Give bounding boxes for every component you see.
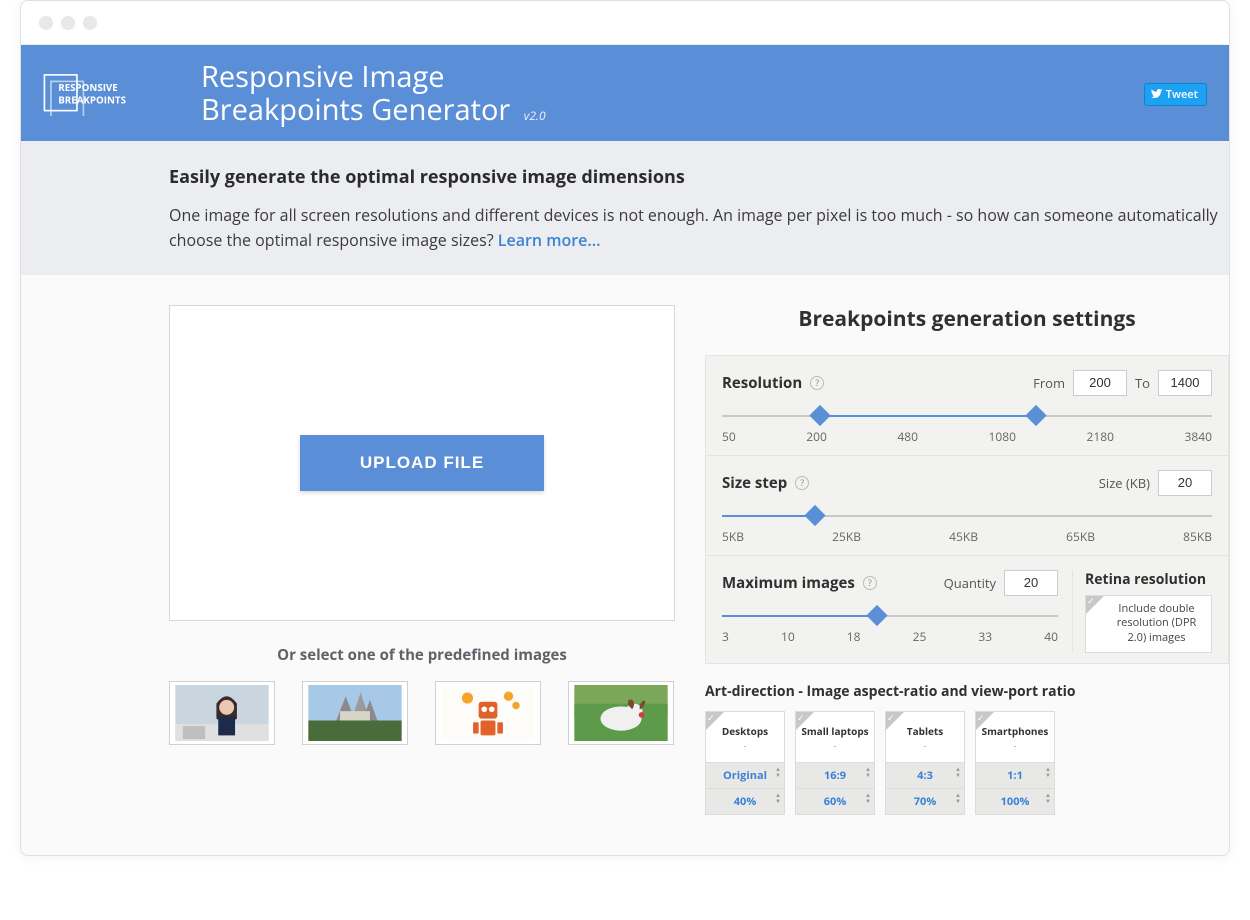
intro-section: Easily generate the optimal responsive i… xyxy=(21,141,1229,275)
logo-icon: RESPONSIVE BREAKPOINTS xyxy=(42,70,172,116)
size-kb-label: Size (KB) xyxy=(1099,474,1150,492)
version-label: v2.0 xyxy=(524,107,546,124)
maximages-ticks: 3 10 18 25 33 40 xyxy=(722,628,1058,645)
browser-window: RESPONSIVE BREAKPOINTS Responsive Image … xyxy=(20,0,1230,856)
stepper-icon: ▲▼ xyxy=(775,766,781,778)
main-content: UPLOAD FILE Or select one of the predefi… xyxy=(21,275,1229,856)
upload-file-button[interactable]: UPLOAD FILE xyxy=(300,435,544,491)
stepper-icon: ▲▼ xyxy=(865,792,871,804)
upload-dropzone[interactable]: UPLOAD FILE xyxy=(169,305,675,621)
aspect-select[interactable]: 4:3▲▼ xyxy=(886,763,964,789)
retina-title: Retina resolution xyxy=(1085,570,1212,589)
intro-heading: Easily generate the optimal responsive i… xyxy=(169,165,1229,189)
browser-chrome-bar xyxy=(21,1,1229,45)
aspect-select[interactable]: Original▲▼ xyxy=(706,763,784,789)
art-direction-cards: Desktops- Original▲▼ 40%▲▼ Small laptops… xyxy=(705,711,1229,815)
help-icon[interactable]: ? xyxy=(863,576,877,590)
window-dot-minimize[interactable] xyxy=(61,16,75,30)
viewport-select[interactable]: 70%▲▼ xyxy=(886,789,964,814)
svg-text:RESPONSIVE: RESPONSIVE xyxy=(58,81,117,94)
slider-handle[interactable] xyxy=(804,504,825,525)
settings-column: Breakpoints generation settings Resoluti… xyxy=(705,305,1229,816)
predefined-thumbnails xyxy=(169,681,675,745)
logo: RESPONSIVE BREAKPOINTS xyxy=(31,60,181,126)
quantity-label: Quantity xyxy=(944,574,996,592)
sizestep-ticks: 5KB 25KB 45KB 65KB 85KB xyxy=(722,528,1212,545)
settings-panel: Resolution ? From To xyxy=(705,355,1229,665)
tweet-button[interactable]: Tweet xyxy=(1144,83,1207,106)
card-desktops[interactable]: Desktops- Original▲▼ 40%▲▼ xyxy=(705,711,785,815)
sizestep-slider[interactable] xyxy=(722,506,1212,526)
resolution-from-input[interactable] xyxy=(1073,370,1127,396)
twitter-icon xyxy=(1151,89,1163,101)
page-header: RESPONSIVE BREAKPOINTS Responsive Image … xyxy=(21,45,1229,141)
viewport-select[interactable]: 100%▲▼ xyxy=(976,789,1054,814)
slider-handle-from[interactable] xyxy=(809,404,830,425)
check-icon xyxy=(1086,596,1104,614)
art-direction-title: Art-direction - Image aspect-ratio and v… xyxy=(705,682,1229,701)
viewport-select[interactable]: 60%▲▼ xyxy=(796,789,874,814)
title-line2: Breakpoints Generator xyxy=(201,90,510,129)
retina-section: Retina resolution Include double resolut… xyxy=(1072,570,1212,654)
thumb-woman[interactable] xyxy=(169,681,275,745)
sizestep-input[interactable] xyxy=(1158,470,1212,496)
thumb-dog[interactable] xyxy=(568,681,674,745)
card-small-laptops[interactable]: Small laptops- 16:9▲▼ 60%▲▼ xyxy=(795,711,875,815)
thumb-castle[interactable] xyxy=(302,681,408,745)
window-dot-close[interactable] xyxy=(39,16,53,30)
learn-more-link[interactable]: Learn more... xyxy=(498,229,601,251)
maximages-slider[interactable] xyxy=(722,606,1058,626)
stepper-icon: ▲▼ xyxy=(775,792,781,804)
aspect-select[interactable]: 16:9▲▼ xyxy=(796,763,874,789)
stepper-icon: ▲▼ xyxy=(865,766,871,778)
upload-column: UPLOAD FILE Or select one of the predefi… xyxy=(169,305,675,816)
resolution-ticks: 50 200 480 1080 2180 3840 xyxy=(722,428,1212,445)
stepper-icon: ▲▼ xyxy=(1045,766,1051,778)
from-label: From xyxy=(1033,374,1065,392)
window-dot-maximize[interactable] xyxy=(83,16,97,30)
aspect-select[interactable]: 1:1▲▼ xyxy=(976,763,1054,789)
resolution-label: Resolution xyxy=(722,373,802,393)
card-smartphones[interactable]: Smartphones- 1:1▲▼ 100%▲▼ xyxy=(975,711,1055,815)
stepper-icon: ▲▼ xyxy=(1045,792,1051,804)
stepper-icon: ▲▼ xyxy=(955,792,961,804)
sizestep-label: Size step xyxy=(722,473,787,493)
help-icon[interactable]: ? xyxy=(810,376,824,390)
size-step-row: Size step ? Size (KB) 5KB xyxy=(706,456,1228,556)
settings-title: Breakpoints generation settings xyxy=(705,305,1229,333)
maximages-row: Maximum images ? Quantity xyxy=(706,556,1228,664)
card-tablets[interactable]: Tablets- 4:3▲▼ 70%▲▼ xyxy=(885,711,965,815)
resolution-row: Resolution ? From To xyxy=(706,356,1228,456)
maximages-label: Maximum images xyxy=(722,573,855,593)
predefined-images-label: Or select one of the predefined images xyxy=(169,645,675,665)
resolution-to-input[interactable] xyxy=(1158,370,1212,396)
thumb-robot[interactable] xyxy=(435,681,541,745)
slider-handle[interactable] xyxy=(866,604,887,625)
page-title: Responsive Image Breakpoints Generator v… xyxy=(201,60,546,127)
maximages-input[interactable] xyxy=(1004,570,1058,596)
tweet-label: Tweet xyxy=(1166,87,1198,102)
retina-checkbox[interactable]: Include double resolution (DPR 2.0) imag… xyxy=(1085,595,1212,654)
help-icon[interactable]: ? xyxy=(795,476,809,490)
resolution-slider[interactable] xyxy=(722,406,1212,426)
to-label: To xyxy=(1135,374,1150,392)
viewport-select[interactable]: 40%▲▼ xyxy=(706,789,784,814)
stepper-icon: ▲▼ xyxy=(955,766,961,778)
slider-handle-to[interactable] xyxy=(1025,404,1046,425)
intro-body: One image for all screen resolutions and… xyxy=(169,203,1229,253)
svg-text:BREAKPOINTS: BREAKPOINTS xyxy=(58,94,126,107)
